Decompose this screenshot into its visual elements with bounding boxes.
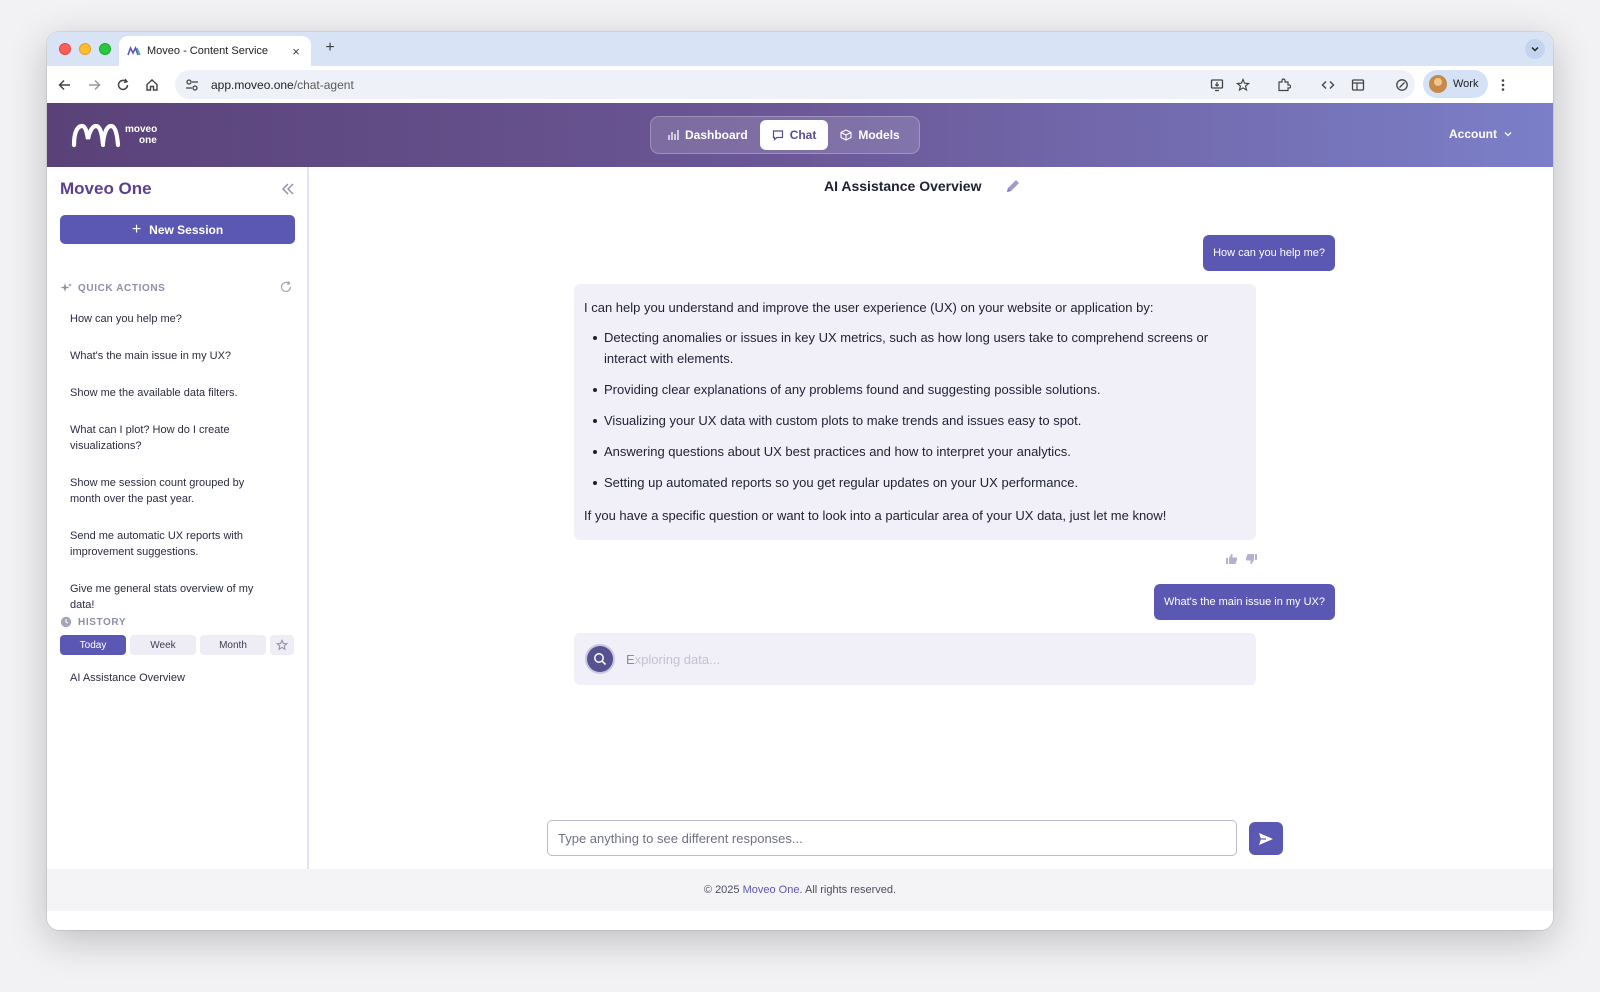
profile-label: Work xyxy=(1453,78,1479,90)
quick-action-item[interactable]: What's the main issue in my UX? xyxy=(60,346,295,366)
more-vertical-icon[interactable] xyxy=(1493,75,1513,95)
main-nav: Dashboard Chat Models xyxy=(650,116,920,154)
tab-title: Moveo - Content Service xyxy=(147,45,269,57)
favorites-filter-button[interactable] xyxy=(270,635,294,655)
search-icon xyxy=(587,646,613,672)
profile-button[interactable]: Work xyxy=(1423,70,1488,98)
list-item: Setting up automated reports so you get … xyxy=(584,472,1246,493)
quick-actions-heading: QUICK ACTIONS xyxy=(60,282,165,294)
clock-icon xyxy=(60,616,72,628)
message-input[interactable] xyxy=(547,820,1237,856)
sidebar: Moveo One + New Session QUICK ACTIONS Ho… xyxy=(47,167,309,869)
quick-action-item[interactable]: Show me session count grouped by month o… xyxy=(60,473,275,509)
browser-toolbar: app.moveo.one/chat-agent Work xyxy=(47,66,1553,103)
moveo-logo-mark-icon xyxy=(71,123,121,148)
plus-icon: + xyxy=(131,220,142,238)
tab-week[interactable]: Week xyxy=(130,635,196,655)
site-settings-icon[interactable] xyxy=(185,78,199,92)
sidebar-title: Moveo One xyxy=(60,179,152,198)
chat-title: AI Assistance Overview xyxy=(824,178,982,194)
chrome-ai-icon[interactable] xyxy=(1392,75,1412,95)
user-message: What's the main issue in my UX? xyxy=(1153,584,1335,620)
refresh-icon[interactable] xyxy=(279,280,293,294)
tab-today[interactable]: Today xyxy=(60,635,126,655)
loading-indicator: Exploring data... xyxy=(574,633,1256,685)
browser-tab[interactable]: Moveo - Content Service × xyxy=(119,36,311,66)
nav-models[interactable]: Models xyxy=(828,120,911,150)
list-item: Visualizing your UX data with custom plo… xyxy=(584,410,1246,431)
tab-month[interactable]: Month xyxy=(200,635,266,655)
tab-search-button[interactable] xyxy=(1525,39,1545,59)
list-item: Answering questions about UX best practi… xyxy=(584,441,1246,462)
footer-brand-link[interactable]: Moveo One xyxy=(743,884,800,896)
thumbs-up-icon[interactable] xyxy=(1223,552,1239,566)
quick-action-item[interactable]: Send me automatic UX reports with improv… xyxy=(60,526,275,562)
loading-text: Exploring data... xyxy=(626,651,720,667)
nav-dashboard[interactable]: Dashboard xyxy=(655,120,760,150)
chevron-down-icon xyxy=(1531,46,1539,52)
history-filter-tabs: Today Week Month xyxy=(60,635,294,655)
assistant-intro: I can help you understand and improve th… xyxy=(584,300,1154,315)
message-feedback xyxy=(1219,552,1259,566)
chevron-down-icon xyxy=(1504,132,1512,137)
sparkle-icon xyxy=(60,283,72,292)
assistant-points: Detecting anomalies or issues in key UX … xyxy=(584,327,1246,493)
moveo-favicon-icon xyxy=(127,44,141,58)
minimize-window-button[interactable] xyxy=(79,43,91,55)
new-tab-button[interactable]: + xyxy=(320,39,340,57)
quick-action-item[interactable]: Show me the available data filters. xyxy=(60,383,295,403)
account-menu[interactable]: Account xyxy=(1449,127,1513,141)
chat-panel: AI Assistance Overview How can you help … xyxy=(309,167,1553,869)
edit-pencil-icon[interactable] xyxy=(1004,177,1022,195)
new-session-button[interactable]: + New Session xyxy=(60,215,295,244)
extensions-icon[interactable] xyxy=(1274,75,1294,95)
back-arrow-icon[interactable] xyxy=(55,75,75,95)
forward-arrow-icon[interactable] xyxy=(84,75,104,95)
history-heading: HISTORY xyxy=(60,616,126,628)
browser-window: Moveo - Content Service × + app.moveo.on… xyxy=(47,32,1553,930)
send-button[interactable] xyxy=(1249,822,1283,855)
assistant-message: I can help you understand and improve th… xyxy=(574,284,1256,540)
thumbs-down-icon[interactable] xyxy=(1243,552,1259,566)
history-item[interactable]: AI Assistance Overview xyxy=(70,672,185,684)
list-item: Detecting anomalies or issues in key UX … xyxy=(584,327,1246,369)
side-panel-icon[interactable] xyxy=(1348,75,1368,95)
quick-action-item[interactable]: What can I plot? How do I create visuali… xyxy=(60,420,260,456)
quick-action-item[interactable]: Give me general stats overview of my dat… xyxy=(60,579,265,615)
home-icon[interactable] xyxy=(142,75,162,95)
tab-close-icon[interactable]: × xyxy=(289,44,303,59)
maximize-window-button[interactable] xyxy=(99,43,111,55)
moveo-logo[interactable]: moveo one xyxy=(71,121,157,149)
star-icon xyxy=(276,639,288,651)
logo-wordmark: moveo one xyxy=(125,124,158,146)
nav-chat[interactable]: Chat xyxy=(759,120,829,150)
close-window-button[interactable] xyxy=(59,43,71,55)
quick-actions-list: How can you help me? What's the main iss… xyxy=(60,309,295,632)
bar-chart-icon xyxy=(668,130,679,140)
url-text: app.moveo.one/chat-agent xyxy=(211,77,354,92)
send-icon xyxy=(1259,832,1273,845)
user-message: How can you help me? xyxy=(1203,235,1335,271)
list-item: Providing clear explanations of any prob… xyxy=(584,379,1246,400)
install-app-icon[interactable] xyxy=(1207,75,1227,95)
code-brackets-icon[interactable] xyxy=(1318,75,1338,95)
address-bar[interactable]: app.moveo.one/chat-agent xyxy=(175,70,1415,99)
chat-bubble-icon xyxy=(772,130,783,141)
bookmark-star-icon[interactable] xyxy=(1233,75,1253,95)
page-footer: © 2025 Moveo One. All rights reserved. xyxy=(47,869,1553,911)
tab-strip: Moveo - Content Service × + xyxy=(47,32,1553,66)
quick-action-item[interactable]: How can you help me? xyxy=(60,309,295,329)
cube-icon xyxy=(840,129,852,141)
reload-icon[interactable] xyxy=(113,75,133,95)
collapse-sidebar-icon[interactable] xyxy=(279,180,297,198)
avatar xyxy=(1429,75,1447,93)
app-header: moveo one Dashboard Chat Models Account xyxy=(47,103,1553,167)
assistant-outro: If you have a specific question or want … xyxy=(584,508,1167,523)
